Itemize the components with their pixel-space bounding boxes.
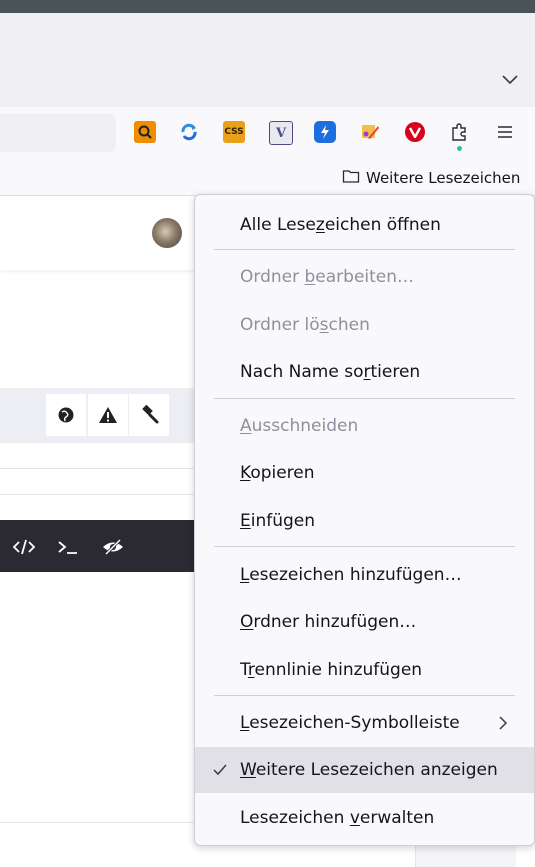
lightning-ext-icon[interactable] xyxy=(314,121,336,143)
other-bookmarks-folder[interactable]: Weitere Lesezeichen xyxy=(342,167,520,189)
bookmarks-context-menu: Alle Lesezeichen öffnen Ordner bearbeite… xyxy=(194,194,535,846)
checkmark-icon xyxy=(211,761,229,779)
submenu-arrow-icon xyxy=(496,715,510,731)
folder-icon xyxy=(342,168,360,188)
menu-item-paste[interactable]: Einfügen xyxy=(195,498,534,544)
extension-indicator-dot xyxy=(457,146,462,151)
menu-item-bookmarks-toolbar[interactable]: Lesezeichen-Symbolleiste xyxy=(195,700,534,746)
menu-item-show-other-bookmarks[interactable]: Weitere Lesezeichen anzeigen xyxy=(195,747,534,793)
menu-item-edit-folder: Ordner bearbeiten… xyxy=(240,267,415,287)
menu-separator xyxy=(214,398,515,399)
menu-separator xyxy=(214,695,515,696)
terminal-icon[interactable] xyxy=(56,536,80,558)
menu-item-sort-by-name[interactable]: Nach Name sortieren xyxy=(195,349,534,395)
tab-bar xyxy=(0,13,535,107)
menu-item-open-all-bookmarks[interactable]: Alle Lesezeichen öffnen xyxy=(195,202,534,248)
menu-item-add-folder[interactable]: Ordner hinzufügen… xyxy=(195,599,534,645)
paint-ext-icon[interactable] xyxy=(359,121,381,143)
list-all-tabs-chevron-icon[interactable] xyxy=(500,70,520,90)
divider xyxy=(0,822,200,823)
globe-icon[interactable] xyxy=(46,394,86,436)
menu-item-add-separator[interactable]: Trennlinie hinzufügen xyxy=(195,647,534,693)
menu-item-cut: Ausschneiden xyxy=(240,416,359,436)
hamburger-menu-icon[interactable] xyxy=(494,121,516,143)
url-bar[interactable] xyxy=(0,114,116,152)
avatar[interactable] xyxy=(152,218,182,248)
menu-item-manage-bookmarks[interactable]: Lesezeichen verwalten xyxy=(195,795,534,841)
other-bookmarks-label: Weitere Lesezeichen xyxy=(366,169,521,187)
code-icon[interactable] xyxy=(12,536,36,558)
divider xyxy=(0,494,200,495)
puzzle-extensions-icon[interactable] xyxy=(449,121,471,143)
menu-separator xyxy=(214,249,515,250)
divider xyxy=(0,468,200,469)
css-ext-icon[interactable]: CSS xyxy=(223,121,245,143)
menu-item-add-bookmark[interactable]: Lesezeichen hinzufügen… xyxy=(195,552,534,598)
refresh-ext-icon[interactable] xyxy=(178,121,200,143)
validator-ext-icon[interactable]: V xyxy=(269,121,293,145)
eye-slash-icon[interactable] xyxy=(101,536,125,558)
menu-item-copy[interactable]: Kopieren xyxy=(195,450,534,496)
window-top-strip xyxy=(0,0,535,13)
page-side-column xyxy=(415,846,516,867)
menu-separator xyxy=(214,546,515,547)
warning-icon[interactable] xyxy=(88,394,128,436)
menu-item-delete-folder: Ordner löschen xyxy=(240,315,370,335)
search-ext-icon[interactable] xyxy=(134,121,156,143)
vivaldi-ext-icon[interactable] xyxy=(404,121,426,143)
gavel-icon[interactable] xyxy=(129,394,169,436)
